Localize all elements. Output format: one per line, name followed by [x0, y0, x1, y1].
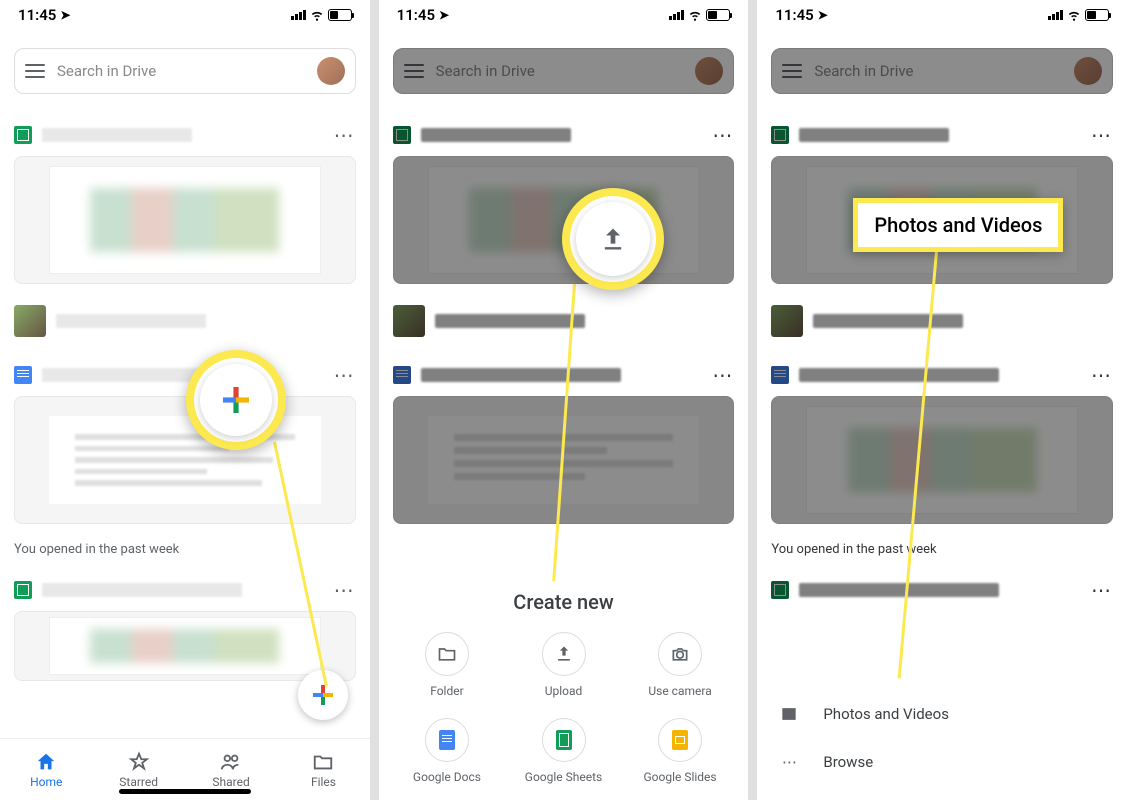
upload-row-label: Browse	[823, 753, 873, 771]
search-placeholder: Search in Drive	[57, 62, 305, 80]
plus-icon	[313, 685, 333, 705]
clock: 11:45	[397, 6, 435, 24]
nav-label: Starred	[119, 775, 158, 789]
create-camera[interactable]: Use camera	[622, 632, 739, 698]
wifi-icon	[688, 8, 702, 22]
star-icon	[128, 751, 150, 773]
location-icon: ➤	[818, 8, 828, 22]
create-folder[interactable]: Folder	[389, 632, 506, 698]
more-icon[interactable]: ⋯	[334, 578, 356, 602]
camera-icon	[670, 644, 690, 664]
more-icon: ⋯	[779, 752, 799, 772]
upload-photos-row[interactable]: Photos and Videos	[757, 690, 1127, 738]
menu-icon[interactable]	[25, 64, 45, 78]
sheet-item-label: Folder	[430, 684, 463, 698]
avatar[interactable]	[317, 57, 345, 85]
menu-icon[interactable]	[404, 64, 424, 78]
menu-icon[interactable]	[782, 64, 802, 78]
search-bar[interactable]: Search in Drive	[771, 48, 1113, 94]
phone-screen-2: 11:45➤ Search in Drive ⋯ ⋯ Create new Fo…	[379, 0, 749, 800]
create-sheets[interactable]: Google Sheets	[505, 718, 622, 784]
phone-screen-3: 11:45➤ Search in Drive ⋯ ⋯ You opened in…	[757, 0, 1127, 800]
location-icon: ➤	[60, 8, 70, 22]
search-placeholder: Search in Drive	[436, 62, 684, 80]
phone-screen-1: 11:45 ➤ Search in Drive ⋯	[0, 0, 370, 800]
battery-icon	[1085, 9, 1109, 21]
folder-icon	[312, 751, 334, 773]
nav-label: Shared	[212, 775, 249, 789]
home-indicator	[119, 789, 251, 794]
search-bar[interactable]: Search in Drive	[14, 48, 356, 94]
wifi-icon	[1067, 8, 1081, 22]
photos-callout: Photos and Videos	[853, 198, 1063, 252]
fab-highlight	[186, 350, 286, 450]
nav-label: Files	[311, 775, 336, 789]
signal-icon	[291, 10, 306, 20]
file-title-redacted	[42, 128, 192, 142]
sheets-icon	[14, 581, 32, 599]
upload-icon	[599, 225, 627, 253]
callout-text: Photos and Videos	[874, 213, 1042, 237]
sheets-icon	[14, 126, 32, 144]
avatar[interactable]	[695, 57, 723, 85]
nav-files[interactable]: Files	[277, 739, 369, 800]
signal-icon	[1048, 10, 1063, 20]
section-label: You opened in the past week	[757, 534, 1127, 563]
signal-icon	[669, 10, 684, 20]
more-icon[interactable]: ⋯	[334, 123, 356, 147]
create-upload[interactable]: Upload	[505, 632, 622, 698]
battery-icon	[328, 9, 352, 21]
upload-row-label: Photos and Videos	[823, 705, 949, 723]
status-bar: 11:45 ➤	[379, 0, 749, 30]
upload-browse-row[interactable]: ⋯ Browse	[757, 738, 1127, 786]
nav-home[interactable]: Home	[0, 739, 92, 800]
status-bar: 11:45 ➤	[757, 0, 1127, 30]
file-item[interactable]: ⋯	[0, 108, 370, 294]
nav-label: Home	[30, 775, 62, 789]
sheet-item-label: Google Slides	[643, 770, 716, 784]
sheet-item-label: Use camera	[648, 684, 711, 698]
status-bar: 11:45 ➤	[0, 0, 370, 30]
sheet-title: Create new	[379, 590, 749, 614]
clock: 11:45	[775, 6, 813, 24]
screen1-content: 11:45 ➤ Search in Drive ⋯	[0, 0, 370, 691]
plus-icon	[223, 387, 249, 413]
section-label: You opened in the past week	[0, 534, 370, 563]
file-item[interactable]	[0, 294, 370, 348]
create-new-sheet: Create new Folder Upload Use camera Goog…	[379, 566, 749, 800]
clock: 11:45	[18, 6, 56, 24]
sheet-item-label: Upload	[545, 684, 583, 698]
upload-options-sheet: Photos and Videos ⋯ Browse	[757, 676, 1127, 800]
wifi-icon	[310, 8, 324, 22]
photos-icon	[779, 704, 799, 724]
file-title-redacted	[56, 314, 206, 328]
battery-icon	[706, 9, 730, 21]
search-bar[interactable]: Search in Drive	[393, 48, 735, 94]
location-icon: ➤	[439, 8, 449, 22]
upload-highlight	[562, 188, 664, 290]
file-title-redacted	[42, 583, 242, 597]
sheet-item-label: Google Docs	[413, 770, 481, 784]
create-slides[interactable]: Google Slides	[622, 718, 739, 784]
home-icon	[35, 751, 57, 773]
avatar[interactable]	[1074, 57, 1102, 85]
image-icon	[14, 305, 46, 337]
folder-icon	[437, 644, 457, 664]
search-placeholder: Search in Drive	[814, 62, 1062, 80]
docs-icon	[14, 366, 32, 384]
file-item[interactable]: ⋯	[0, 348, 370, 534]
upload-icon	[554, 644, 574, 664]
create-docs[interactable]: Google Docs	[389, 718, 506, 784]
more-icon[interactable]: ⋯	[334, 363, 356, 387]
sheet-item-label: Google Sheets	[525, 770, 602, 784]
people-icon	[220, 751, 242, 773]
